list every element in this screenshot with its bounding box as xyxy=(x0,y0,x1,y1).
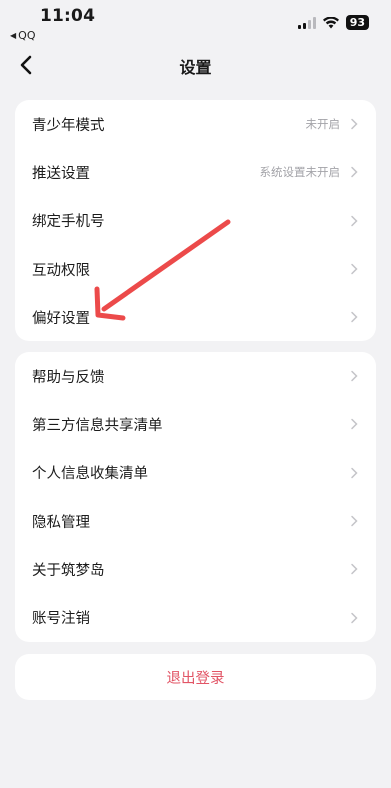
row-value: 系统设置未开启 xyxy=(259,165,341,180)
status-indicators: 93 xyxy=(297,15,369,30)
settings-row-third-party[interactable]: 第三方信息共享清单 xyxy=(15,400,376,448)
chevron-right-icon xyxy=(351,515,358,527)
settings-row-about[interactable]: 关于筑梦岛 xyxy=(15,545,376,593)
settings-row-privacy[interactable]: 隐私管理 xyxy=(15,497,376,545)
row-label: 推送设置 xyxy=(32,165,90,182)
chevron-right-icon xyxy=(351,467,358,478)
chevron-right-icon xyxy=(351,312,358,323)
row-label: 偏好设置 xyxy=(32,310,90,327)
chevron-right-icon xyxy=(351,564,358,575)
settings-row-preferences[interactable]: 偏好设置 xyxy=(15,293,376,341)
chevron-right-icon xyxy=(351,167,358,178)
logout-label: 退出登录 xyxy=(166,670,225,687)
chevron-right-icon xyxy=(351,215,358,226)
row-label: 个人信息收集清单 xyxy=(32,466,148,483)
row-label: 互动权限 xyxy=(32,262,90,279)
chevron-right-icon xyxy=(351,419,358,430)
back-to-app-link[interactable]: ◀ QQ xyxy=(10,29,35,42)
settings-row-delete-account[interactable]: 账号注销 xyxy=(15,593,376,641)
chevron-right-icon xyxy=(351,263,358,275)
battery-icon: 93 xyxy=(345,15,369,30)
row-label: 账号注销 xyxy=(32,611,90,628)
status-time: 11:04 xyxy=(40,6,96,26)
settings-row-help[interactable]: 帮助与反馈 xyxy=(15,352,376,400)
settings-group-info: 帮助与反馈 第三方信息共享清单 个人信息收集清单 隐私管理 关于筑梦岛 账号注销 xyxy=(15,352,376,642)
row-label: 青少年模式 xyxy=(32,117,105,134)
wifi-icon xyxy=(322,16,339,28)
cellular-signal-icon xyxy=(297,16,316,29)
chevron-right-icon xyxy=(351,118,358,130)
row-label: 绑定手机号 xyxy=(32,214,105,231)
back-app-label: QQ xyxy=(18,29,36,42)
status-bar: 11:04 ◀ QQ 93 xyxy=(0,0,391,44)
settings-row-interaction[interactable]: 互动权限 xyxy=(15,245,376,293)
nav-bar: 设置 xyxy=(0,44,391,88)
row-label: 帮助与反馈 xyxy=(32,369,105,386)
chevron-right-icon xyxy=(351,612,358,623)
settings-row-bind-phone[interactable]: 绑定手机号 xyxy=(15,197,376,245)
page-title: 设置 xyxy=(179,58,212,77)
row-value: 未开启 xyxy=(305,117,341,132)
logout-button[interactable]: 退出登录 xyxy=(15,654,376,700)
row-label: 第三方信息共享清单 xyxy=(32,417,163,434)
settings-row-personal-info[interactable]: 个人信息收集清单 xyxy=(15,449,376,497)
back-triangle-icon: ◀ xyxy=(10,31,17,40)
row-label: 隐私管理 xyxy=(32,514,90,531)
settings-row-push[interactable]: 推送设置 系统设置未开启 xyxy=(15,148,376,196)
settings-row-teen-mode[interactable]: 青少年模式 未开启 xyxy=(15,100,376,148)
row-label: 关于筑梦岛 xyxy=(32,562,105,579)
chevron-right-icon xyxy=(351,370,358,382)
settings-group-account: 青少年模式 未开启 推送设置 系统设置未开启 绑定手机号 互动权限 偏好设置 xyxy=(15,100,376,341)
